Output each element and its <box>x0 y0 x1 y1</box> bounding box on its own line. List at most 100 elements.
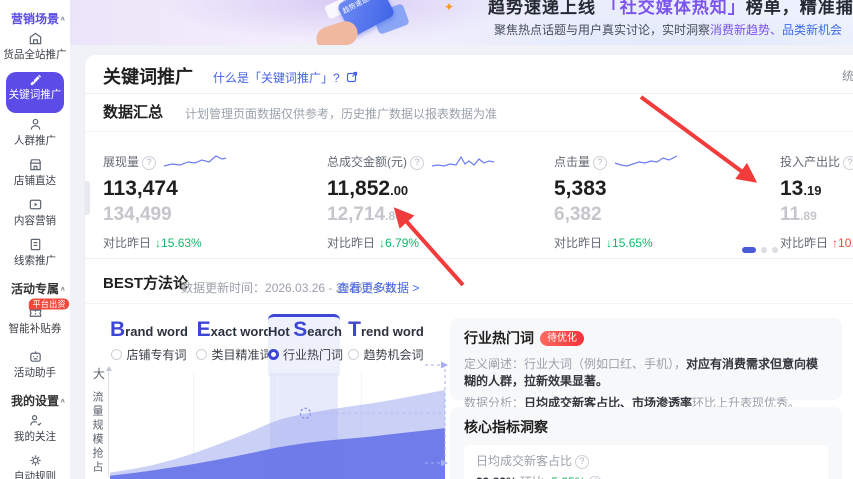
indicator-value: 39.83% <box>476 475 517 479</box>
pagination-dot[interactable] <box>772 247 778 253</box>
sidebar-item-label: 线索推广 <box>13 255 57 267</box>
value-dec: .00 <box>390 183 409 198</box>
metric-label: 展现量 <box>103 155 140 169</box>
value-int: 113,474 <box>103 177 178 200</box>
question-mark-icon[interactable] <box>410 156 424 170</box>
metric-value: 113,474 <box>103 178 333 202</box>
definition-label: 定义阐述： <box>464 357 525 371</box>
prev-int: 11 <box>780 204 801 225</box>
tab-exact-word[interactable]: Exact word 类目精准词 <box>193 317 275 373</box>
tab-trend-word[interactable]: Trend word 趋势机会词 <box>343 317 429 373</box>
data-summary-note: 计划管理页面数据仅供参考，历史推广数据以报表数据为准 <box>185 107 498 121</box>
tab-en-rest: rend word <box>360 324 424 339</box>
what-is-keyword-promo-link[interactable]: 什么是「关键词推广」? <box>213 69 358 86</box>
metric-roi: 投入产出比 13.19 11.89 对比昨日↑10.93% <box>780 153 853 251</box>
core-indicator-title: 核心指标洞察 <box>464 419 548 435</box>
tab-cn-label: 店铺专有词 <box>126 348 187 362</box>
sidebar-item-shop-direct[interactable]: 店铺直达 <box>0 157 70 195</box>
sidebar-section-label: 我的设置 <box>10 394 59 408</box>
banner-subtitle-sep: 、 <box>770 23 783 37</box>
banner-subtitle-hl1: 消费新趋势 <box>710 23 771 37</box>
external-link-icon <box>346 71 358 83</box>
sidebar-item-label: 活动助手 <box>13 367 57 379</box>
tab-en-initial: B <box>109 318 126 341</box>
metric-value: 5,383 <box>554 178 784 202</box>
question-mark-icon[interactable] <box>843 156 853 170</box>
question-mark-icon[interactable] <box>575 455 590 469</box>
question-mark-icon[interactable] <box>142 156 157 170</box>
sidebar-item-audience-promo[interactable]: 人群推广 <box>0 117 70 155</box>
radio-unselected[interactable] <box>196 349 208 360</box>
data-summary-title: 数据汇总 <box>103 104 164 121</box>
banner-title: 趋势速递上线 「社交媒体热知」榜单，精准捕捉 <box>488 0 853 18</box>
value-int: 11,852 <box>327 177 391 200</box>
chevron-up-icon: ∧ <box>59 397 67 405</box>
sidebar-item-label: 货品全站推广 <box>3 49 67 61</box>
chevron-up-icon: ∧ <box>59 285 67 293</box>
core-indicator-inner-card: 日均成交新客占比 39.83% 环比 -5.25% 同行同层前10% 34.34… <box>464 445 828 479</box>
pagination-dot-active[interactable] <box>742 247 756 253</box>
indicator-label-line: 日均成交新客占比 <box>476 452 816 469</box>
sidebar-nav: 营销场景 ∧ 货品全站推广 关键词推广 人群推广 店铺直达 内容营销 线索推广 活… <box>0 0 70 479</box>
divider <box>85 93 853 94</box>
core-indicator-card: 核心指标洞察 日均成交新客占比 39.83% 环比 -5.25% 同行同层前10… <box>450 407 842 479</box>
definition-gray: 行业大词（例如口红、手机）， <box>524 357 687 371</box>
page-title: 关键词推广 <box>103 67 193 87</box>
sidebar-item-content-marketing[interactable]: 内容营销 <box>0 197 70 235</box>
tab-en-rest: earch <box>307 324 342 339</box>
radio-unselected[interactable] <box>348 349 360 360</box>
sidebar-item-all-site-promo[interactable]: 货品全站推广 <box>0 31 70 69</box>
sidebar-item-my-follows[interactable]: 我的关注 <box>0 413 70 451</box>
change-value: ↓15.65% <box>606 236 653 250</box>
app-window: 趋势速递上线 ✦ 趋势速递上线 「社交媒体热知」榜单，精准捕捉 聚焦热点话题与用… <box>0 0 853 479</box>
divider <box>85 131 853 132</box>
divider <box>85 303 853 304</box>
change-value: ↑10.93% <box>832 236 853 250</box>
hot-words-card-title: 行业热门词 <box>464 330 534 346</box>
prev-dec: .80 <box>385 209 402 223</box>
tab-cn-label: 趋势机会词 <box>363 348 424 362</box>
radio-unselected[interactable] <box>111 349 123 360</box>
compare-label: 对比昨日 <box>554 236 603 250</box>
storefront-box-icon <box>0 31 70 48</box>
promo-banner[interactable]: 趋势速递上线 ✦ 趋势速递上线 「社交媒体热知」榜单，精准捕捉 聚焦热点话题与用… <box>70 0 853 45</box>
tab-hot-search[interactable]: Hot Search 行业热门词 <box>268 314 343 376</box>
metric-total-gmv: 总成交金额(元) 11,852.00 12,714.80 对比昨日↓6.79% <box>327 153 557 251</box>
carousel-left-edge[interactable] <box>85 181 90 215</box>
metric-compare: 对比昨日↑10.93% <box>780 234 853 251</box>
metric-prev-value: 12,714.80 <box>327 205 557 226</box>
sidebar-item-activity-helper[interactable]: 活动助手 <box>0 349 70 387</box>
value-dec: .19 <box>803 183 822 198</box>
tab-en-rest: rand word <box>125 324 188 339</box>
sidebar-item-label: 智能补贴券 <box>8 323 62 335</box>
robot-helper-icon <box>0 349 70 366</box>
tab-en-label: Hot Search <box>268 317 342 345</box>
radio-selected[interactable] <box>268 349 279 360</box>
metric-clicks: 点击量 5,383 6,382 对比昨日↓15.65% <box>554 153 784 251</box>
question-mark-icon[interactable] <box>593 156 608 170</box>
tab-en-initial: E <box>196 318 211 341</box>
value-int: 13 <box>780 177 804 200</box>
view-more-data-link[interactable]: 查看更多数据 > <box>337 279 419 296</box>
sidebar-item-smart-coupon[interactable]: 平台出资 智能补贴券 <box>0 298 70 347</box>
keyword-pen-icon <box>0 71 70 88</box>
platform-funded-badge: 平台出资 <box>28 298 70 310</box>
sidebar-section-marketing[interactable]: 营销场景 ∧ <box>0 9 70 29</box>
sidebar-section-settings[interactable]: 我的设置 ∧ <box>0 391 70 411</box>
sidebar-section-label: 营销场景 <box>10 12 59 26</box>
person-check-icon <box>0 413 70 430</box>
tab-brand-word[interactable]: Brand word 店铺专有词 <box>107 317 191 373</box>
sidebar-item-leads-promo[interactable]: 线索推广 <box>0 237 70 275</box>
sidebar-item-keyword-promo[interactable]: 关键词推广 <box>0 71 70 115</box>
pagination-dot[interactable] <box>761 247 767 253</box>
sidebar-item-label: 人群推广 <box>13 135 57 147</box>
compare-label: 对比昨日 <box>327 236 376 250</box>
shop-icon <box>0 157 70 174</box>
sidebar-item-auto-rules[interactable]: 自动规则 <box>0 453 70 479</box>
best-methodology-title: BEST方法论 <box>103 275 189 292</box>
video-play-icon <box>0 197 70 214</box>
tab-en-label: Exact word <box>193 317 275 345</box>
metric-label: 投入产出比 <box>780 155 841 169</box>
sidebar-section-activities[interactable]: 活动专属 ∧ <box>0 279 70 299</box>
sidebar-item-label: 自动规则 <box>13 471 57 479</box>
